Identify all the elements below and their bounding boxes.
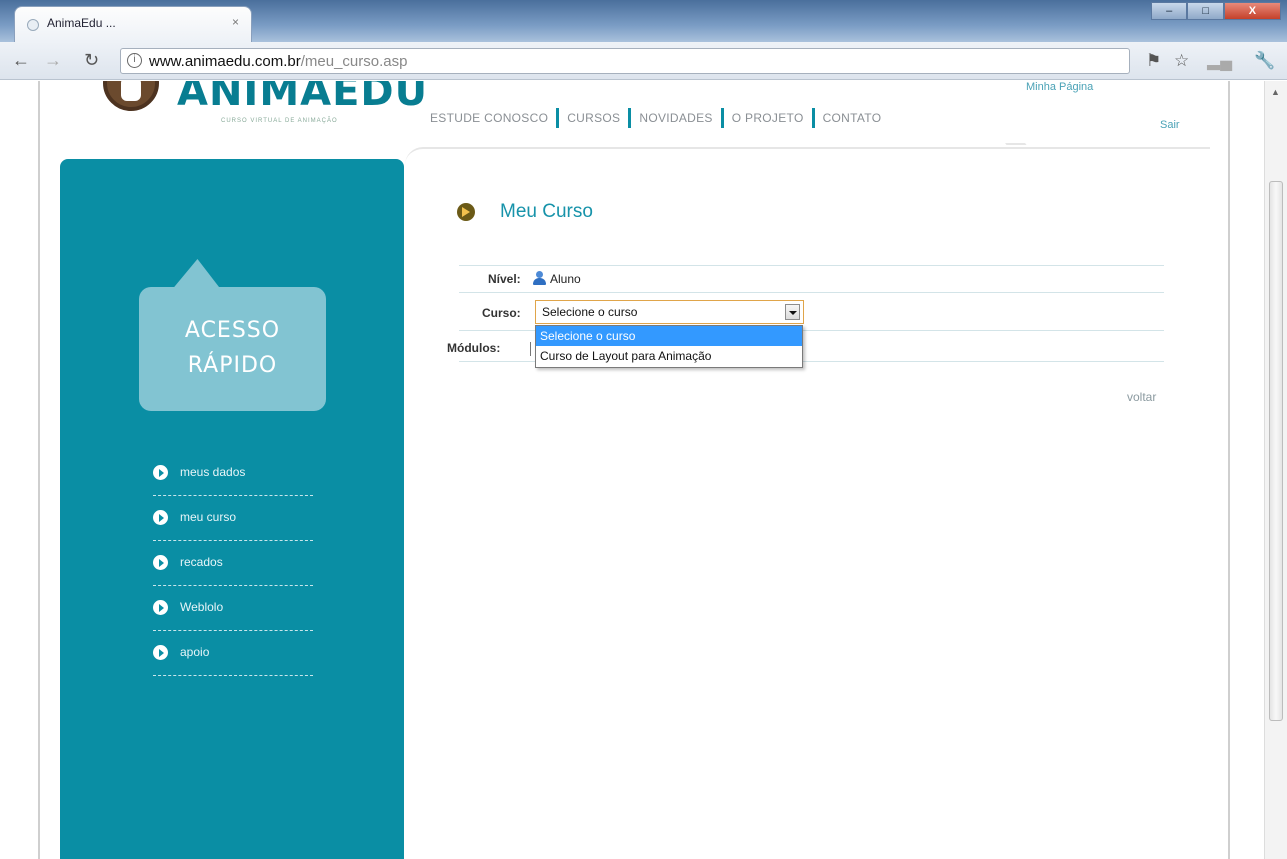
nivel-value: Aluno bbox=[550, 272, 581, 286]
browser-toolbar: ← → ↻ i www.animaedu.com.br/meu_curso.as… bbox=[0, 42, 1287, 80]
bubble-tail bbox=[172, 259, 232, 289]
curso-label: Curso: bbox=[482, 306, 521, 320]
logo-mascot-icon bbox=[103, 81, 159, 111]
voltar-link[interactable]: voltar bbox=[1127, 390, 1156, 404]
maximize-button[interactable]: □ bbox=[1187, 2, 1224, 20]
nav-separator bbox=[556, 108, 560, 128]
sidebar-item-meus-dados[interactable]: meus dados bbox=[153, 451, 313, 496]
sidebar-item-label: Weblolo bbox=[180, 600, 224, 614]
favicon-icon bbox=[27, 19, 39, 31]
bubble-line-1: ACESSO bbox=[184, 318, 281, 343]
logo-subtitle: CURSO VIRTUAL DE ANIMAÇÃO bbox=[221, 118, 338, 124]
curso-select-value: Selecione o curso bbox=[542, 305, 638, 319]
bubble-line-2: RÁPIDO bbox=[187, 353, 278, 378]
vertical-scrollbar[interactable]: ▲ bbox=[1264, 81, 1287, 859]
sidebar: ACESSO RÁPIDO meus dados meu curso recad… bbox=[60, 159, 404, 859]
quick-links: meus dados meu curso recados Weblolo apo… bbox=[153, 451, 313, 676]
modulos-select[interactable] bbox=[530, 342, 534, 356]
acesso-rapido-bubble: ACESSO RÁPIDO bbox=[139, 287, 326, 411]
flag-icon[interactable]: ⚑ bbox=[1146, 51, 1161, 71]
browser-titlebar: AnimaEdu ... × – □ X bbox=[0, 0, 1287, 42]
minha-pagina-link[interactable]: Minha Página bbox=[1026, 81, 1093, 93]
nav-estude-conosco[interactable]: ESTUDE CONOSCO bbox=[430, 111, 548, 125]
logo-text: ANIMAEDU bbox=[177, 81, 429, 115]
top-navigation: ESTUDE CONOSCO CURSOS NOVIDADES O PROJET… bbox=[430, 108, 881, 128]
forward-arrow-icon[interactable]: → bbox=[44, 50, 62, 71]
page-info-icon[interactable]: i bbox=[127, 53, 142, 68]
minimize-button[interactable]: – bbox=[1151, 2, 1188, 20]
url-text: www.animaedu.com.br/meu_curso.asp bbox=[149, 53, 407, 70]
window-controls: – □ X bbox=[1151, 2, 1281, 22]
nav-separator bbox=[628, 108, 632, 128]
sidebar-item-meu-curso[interactable]: meu curso bbox=[153, 496, 313, 541]
curso-option[interactable]: Selecione o curso bbox=[536, 326, 802, 346]
tab-title: AnimaEdu ... bbox=[47, 16, 116, 30]
url-path: /meu_curso.asp bbox=[300, 53, 408, 70]
url-host: www.animaedu.com.br bbox=[149, 53, 301, 70]
back-arrow-icon[interactable]: ← bbox=[12, 50, 30, 71]
user-icon bbox=[533, 271, 546, 285]
sidebar-item-label: meus dados bbox=[180, 465, 246, 479]
sidebar-item-weblolo[interactable]: Weblolo bbox=[153, 586, 313, 631]
curso-option[interactable]: Curso de Layout para Animação bbox=[536, 346, 802, 366]
nivel-label: Nível: bbox=[488, 272, 521, 286]
nav-o-projeto[interactable]: O PROJETO bbox=[732, 111, 804, 125]
page-title: Meu Curso bbox=[500, 201, 593, 222]
nav-novidades[interactable]: NOVIDADES bbox=[639, 111, 712, 125]
sair-link[interactable]: Sair bbox=[1160, 119, 1180, 131]
title-play-icon bbox=[457, 203, 475, 221]
scroll-up-icon[interactable]: ▲ bbox=[1271, 87, 1280, 97]
page-viewport: ANIMAEDU CURSO VIRTUAL DE ANIMAÇÃO ESTUD… bbox=[0, 81, 1287, 859]
curso-select[interactable]: Selecione o curso bbox=[535, 300, 804, 324]
form-divider bbox=[459, 265, 1164, 266]
scrollbar-thumb[interactable] bbox=[1269, 181, 1283, 721]
play-bullet-icon bbox=[153, 465, 168, 480]
site-logo[interactable]: ANIMAEDU CURSO VIRTUAL DE ANIMAÇÃO bbox=[95, 81, 427, 151]
reload-icon[interactable]: ↻ bbox=[84, 50, 99, 71]
play-bullet-icon bbox=[153, 510, 168, 525]
signal-icon: ▂▄ bbox=[1207, 51, 1233, 70]
play-bullet-icon bbox=[153, 600, 168, 615]
curso-dropdown-list: Selecione o curso Curso de Layout para A… bbox=[535, 325, 803, 368]
page-frame-right bbox=[1228, 81, 1230, 859]
nav-separator bbox=[811, 108, 815, 128]
bookmark-star-icon[interactable]: ☆ bbox=[1174, 51, 1189, 71]
sidebar-item-apoio[interactable]: apoio bbox=[153, 631, 313, 676]
browser-tab[interactable]: AnimaEdu ... × bbox=[14, 6, 252, 42]
nav-contato[interactable]: CONTATO bbox=[823, 111, 882, 125]
tab-close-icon[interactable]: × bbox=[232, 15, 239, 29]
play-bullet-icon bbox=[153, 645, 168, 660]
wrench-menu-icon[interactable]: 🔧 bbox=[1254, 51, 1275, 71]
chevron-down-icon[interactable] bbox=[785, 304, 800, 320]
nav-separator bbox=[720, 108, 724, 128]
address-bar[interactable]: i www.animaedu.com.br/meu_curso.asp bbox=[120, 48, 1130, 74]
close-window-button[interactable]: X bbox=[1223, 2, 1281, 20]
sidebar-item-recados[interactable]: recados bbox=[153, 541, 313, 586]
modulos-label: Módulos: bbox=[447, 341, 501, 355]
form-divider bbox=[459, 292, 1164, 293]
sidebar-item-label: meu curso bbox=[180, 510, 237, 524]
page-frame-left bbox=[38, 81, 40, 859]
nav-cursos[interactable]: CURSOS bbox=[567, 111, 620, 125]
header-divider bbox=[405, 147, 1210, 169]
sidebar-item-label: recados bbox=[180, 555, 223, 569]
play-bullet-icon bbox=[153, 555, 168, 570]
sidebar-item-label: apoio bbox=[180, 645, 210, 659]
